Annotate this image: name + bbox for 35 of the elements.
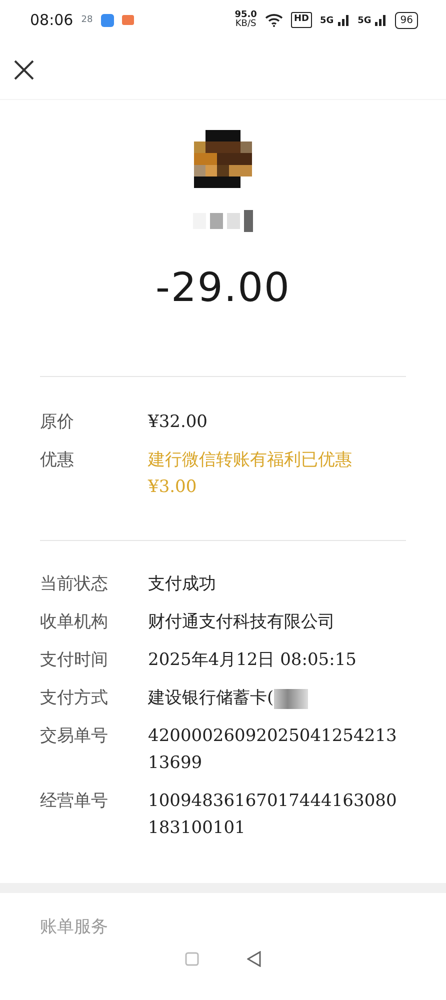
field-label: 原价 bbox=[40, 411, 75, 434]
field-label: 收单机构 bbox=[40, 611, 109, 634]
field-value: 支付成功 bbox=[148, 574, 216, 594]
amount-text: -29.00 bbox=[156, 264, 290, 313]
field-label: 经营单号 bbox=[40, 790, 109, 813]
field-label: 当前状态 bbox=[40, 573, 109, 596]
field-label: 支付时间 bbox=[40, 649, 109, 672]
discount-amount: ¥3.00 bbox=[148, 476, 198, 499]
field-label: 支付方式 bbox=[40, 687, 109, 710]
field-value: 4200002609202504125421313699 bbox=[148, 726, 397, 773]
blurred-name bbox=[193, 210, 253, 232]
field-value: 建设银行储蓄卡( bbox=[148, 687, 274, 710]
network-type: 5G bbox=[320, 17, 334, 26]
field-label: 优惠 bbox=[40, 449, 75, 472]
app-icon bbox=[100, 14, 114, 26]
field-label: 交易单号 bbox=[40, 725, 109, 748]
calendar-icon: 28 bbox=[81, 16, 93, 24]
network-speed: 95.0 bbox=[234, 11, 257, 20]
field-value: 财付通支付科技有限公司 bbox=[148, 612, 335, 632]
back-icon[interactable] bbox=[247, 950, 261, 966]
field-value: 2025年4月12日 08:05:15 bbox=[148, 650, 356, 670]
wifi-icon bbox=[264, 13, 283, 27]
close-icon[interactable] bbox=[12, 58, 36, 82]
hd-icon: HD bbox=[290, 12, 312, 28]
signal-icon bbox=[338, 14, 350, 26]
network-type: 5G bbox=[358, 17, 372, 26]
clock: 08:06 bbox=[30, 10, 74, 31]
network-speed-unit: KB/S bbox=[235, 20, 256, 29]
field-value: ¥32.00 bbox=[148, 411, 208, 434]
battery-icon: 96 bbox=[395, 12, 418, 28]
signal-icon bbox=[375, 14, 388, 26]
field-value: 10094836167017444163080183100101 bbox=[148, 791, 397, 838]
app-icon bbox=[122, 15, 134, 25]
section-title: 账单服务 bbox=[39, 916, 109, 939]
discount-text: 建行微信转账有福利已优惠 bbox=[148, 449, 353, 472]
